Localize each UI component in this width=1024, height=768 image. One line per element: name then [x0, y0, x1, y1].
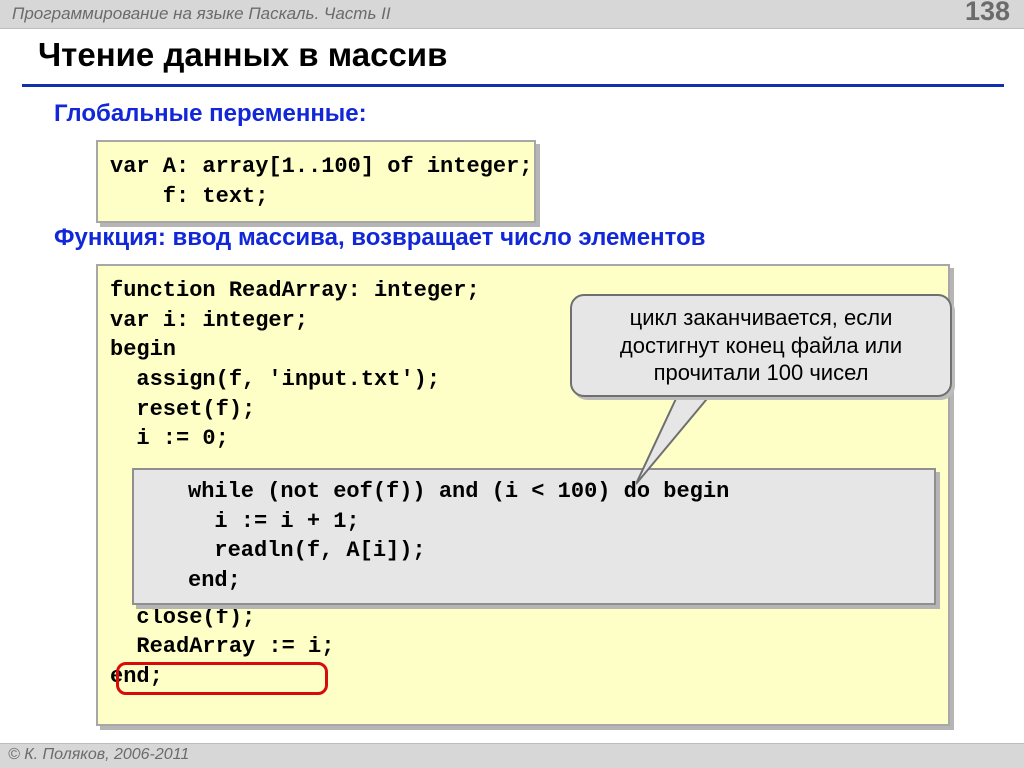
footer: © К. Поляков, 2006-2011 — [0, 743, 1024, 768]
page-number: 138 — [965, 0, 1010, 27]
page-title: Чтение данных в массив — [38, 36, 447, 74]
breadcrumb: Программирование на языке Паскаль. Часть… — [12, 4, 391, 24]
callout-note: цикл заканчивается, если достигнут конец… — [570, 294, 952, 397]
copyright: © К. Поляков, 2006-2011 — [8, 746, 189, 764]
section-heading-function: Функция: ввод массива, возвращает число … — [54, 224, 705, 252]
section-heading-globals: Глобальные переменные: — [54, 100, 367, 128]
slide: Программирование на языке Паскаль. Часть… — [0, 0, 1024, 768]
code-block-while: while (not eof(f)) and (i < 100) do begi… — [132, 468, 936, 605]
code-block-globals: var A: array[1..100] of integer; f: text… — [96, 140, 536, 223]
topbar: Программирование на языке Паскаль. Часть… — [0, 0, 1024, 29]
callout-tail-icon — [636, 388, 726, 488]
highlight-return-value — [116, 662, 328, 695]
title-underline — [22, 84, 1004, 87]
